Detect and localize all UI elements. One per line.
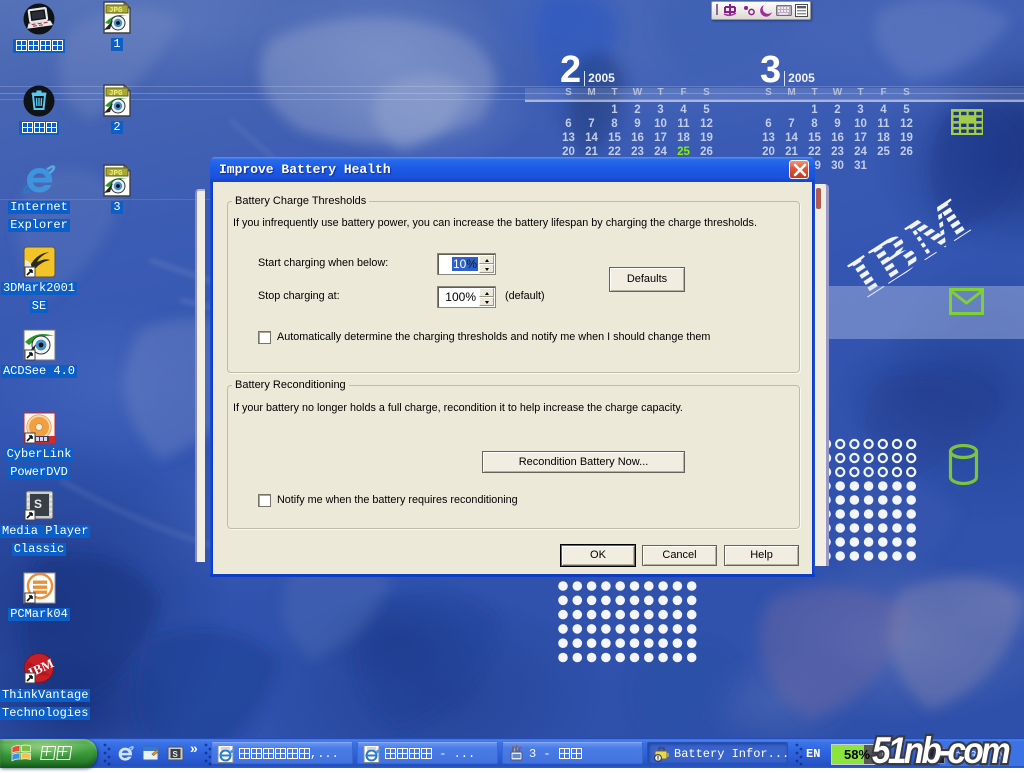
svg-text:S: S (173, 750, 179, 759)
svg-text:JPG: JPG (109, 90, 123, 98)
svg-text:S: S (34, 497, 42, 511)
svg-text:51nb-com: 51nb-com (872, 730, 1010, 771)
svg-text:JPG: JPG (109, 7, 123, 15)
svg-text:JPG: JPG (109, 170, 123, 178)
svg-text:IBM: IBM (838, 188, 981, 298)
